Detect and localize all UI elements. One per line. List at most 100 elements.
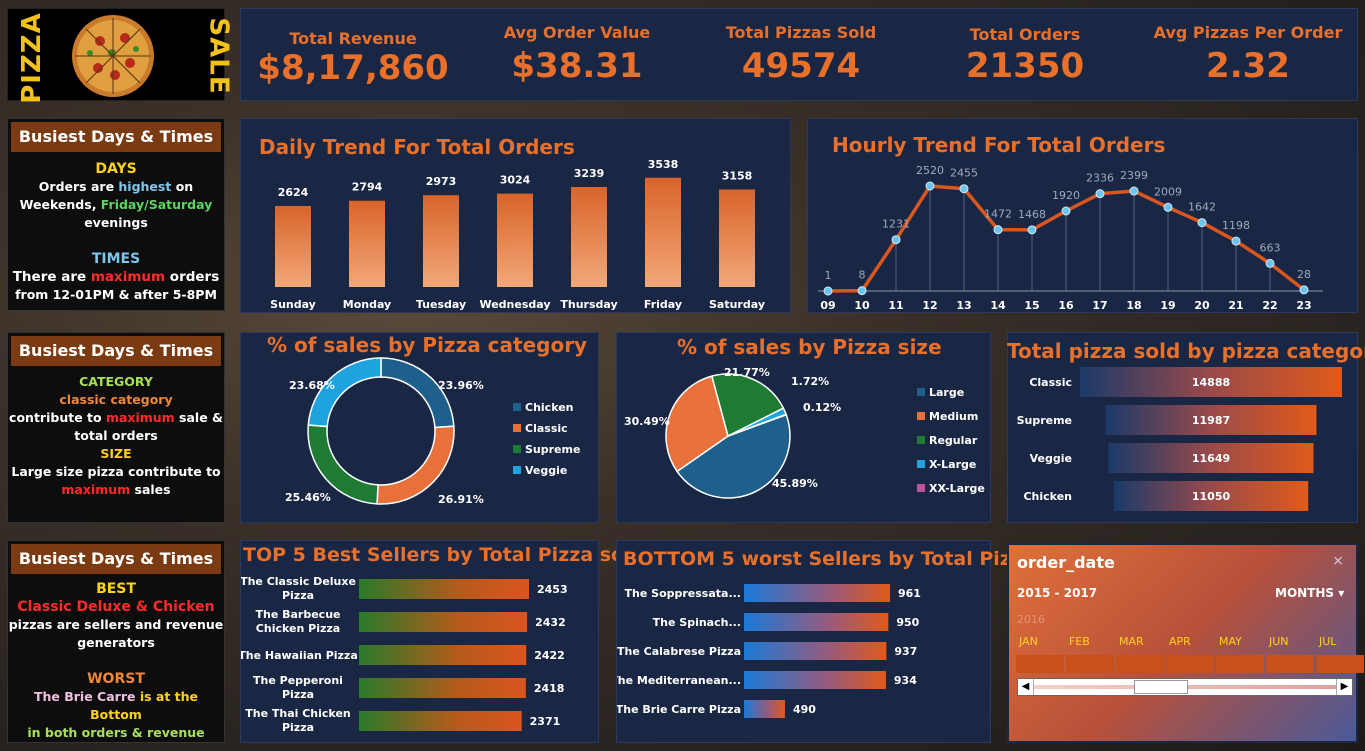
legend-label: Medium [929,410,978,423]
data-label: 1472 [984,208,1012,221]
x-tick-label: 23 [1296,299,1311,312]
insight-heading: Busiest Days & Times [11,336,221,366]
slicer-months: JAN FEB MAR APR MAY JUN JUL [1016,635,1364,675]
data-point [1163,202,1173,212]
legend-swatch [917,412,925,420]
x-tick-label: 11 [888,299,903,312]
insight-heading: Busiest Days & Times [11,122,221,152]
bar-saturday [719,189,755,287]
month-tile-may[interactable]: MAY [1216,635,1264,675]
x-tick-label: 20 [1194,299,1210,312]
legend-swatch [513,445,521,453]
slicer-title: order_date [1017,553,1115,572]
kpi-value: $8,17,860 [257,48,449,88]
data-label: 2418 [534,682,565,695]
x-tick-label: 22 [1262,299,1277,312]
y-tick-label: Classic [1029,376,1072,389]
data-label: 2794 [352,181,383,194]
insight-text: from 12-01PM & after 5-8PM [15,287,217,302]
x-tick-label: 18 [1126,299,1141,312]
bar-bottom-seller [744,642,887,660]
y-tick-label: The Barbecue [255,608,340,621]
clear-filter-icon[interactable]: ⨯ [1332,553,1344,569]
x-tick-label: 14 [990,299,1006,312]
data-point [1027,225,1037,235]
x-tick-label: Wednesday [479,298,550,311]
data-label: 2009 [1154,185,1182,198]
data-label: 30.49% [624,415,670,428]
hourly-trend-svg: 1098101231112520122455131472141468151920… [818,164,1323,312]
month-tile-mar[interactable]: MAR [1116,635,1164,675]
x-tick-label: Monday [343,298,391,311]
data-label: 2453 [537,583,568,596]
month-bar [1016,655,1064,673]
y-tick-label: Chicken [1023,490,1072,503]
legend-label: X-Large [929,458,976,471]
category-total-svg: Classic 14888 Supreme 11987 Veggie 11649 Chick… [1017,367,1342,511]
order-date-timeline-slicer[interactable]: order_date ⨯ 2015 - 2017 MONTHS ▾ 2016 J… [1007,543,1364,743]
timeline-scrollbar[interactable]: ◀ ▶ [1017,678,1353,696]
data-label: 11050 [1192,490,1231,503]
legend-swatch [917,460,925,468]
x-tick-label: 10 [854,299,870,312]
month-label: FEB [1069,635,1090,648]
bar-bottom-seller [744,584,890,602]
legend-label: Large [929,386,964,399]
kpi-value: 49574 [741,46,861,86]
top5-sellers-chart: TOP 5 Best Sellers by Total Pizza sold 2… [240,540,644,743]
insight-text: generators [77,635,155,650]
insight-text: in both orders & revenue [27,725,205,740]
slicer-level-dropdown[interactable]: MONTHS ▾ [1275,586,1344,600]
data-label: 950 [896,616,919,629]
month-bar [1216,655,1264,673]
scroll-left-icon[interactable]: ◀ [1018,679,1034,695]
data-label: 663 [1260,241,1281,254]
y-tick-label: Pizza [282,721,314,734]
data-label: 3538 [648,158,679,171]
category-donut-svg: 23.96% 26.91% 25.46% 23.68% Chicken Classic Su… [285,357,580,506]
insight-worst-label: WORST [87,671,145,687]
legend-swatch [513,466,521,474]
y-tick-label: Chicken Pizza [256,622,340,635]
insight-text: Weekends, Friday/Saturday [19,197,213,212]
top5-svg: 2453The Classic DeluxePizza2432The Barbe… [241,575,568,734]
daily-trend-chart: Daily Trend For Total Orders 2624 Sunday 2… [240,118,791,313]
scroll-right-icon[interactable]: ▶ [1336,679,1352,695]
data-label: 1468 [1018,208,1046,221]
data-label: 2973 [426,175,457,188]
insight-text: The Brie Carre is at the Bottom [33,689,199,722]
month-tile-jun[interactable]: JUN [1266,635,1314,675]
month-tile-jan[interactable]: JAN [1016,635,1064,675]
data-label: 490 [793,703,816,716]
insight-text: Classic Deluxe & Chicken [17,599,215,615]
insight-text: Large size pizza contribute to [11,464,221,479]
bar-top-seller [359,678,526,698]
legend-swatch [917,388,925,396]
slicer-year: 2016 [1017,613,1045,626]
bottom5-svg: 961 The Soppressata... 950 The Spinach... 93… [617,584,921,718]
month-tile-apr[interactable]: APR [1166,635,1214,675]
bar-thursday [571,186,607,287]
legend-swatch [917,436,925,444]
daily-trend-svg: 2624 Sunday 2794 Monday 2973 Tuesday 3024 Wedne… [270,158,765,311]
x-tick-label: 17 [1092,299,1107,312]
kpi-bar: Total Revenue $8,17,860 Avg Order Value … [240,8,1358,101]
kpi-total-orders: Total Orders 21350 [913,9,1137,102]
data-label: 23.96% [438,379,484,392]
data-label: 8 [859,269,866,282]
hourly-trend-chart: Hourly Trend For Total Orders 1 09 8 10 1231… [807,118,1358,313]
legend-swatch [513,403,521,411]
data-label: 3239 [574,167,605,180]
bottom5-sellers-chart: BOTTOM 5 worst Sellers by Total Pizza 96… [616,540,1035,743]
scroll-thumb[interactable] [1134,680,1188,694]
x-tick-label: 19 [1160,299,1175,312]
data-point [1197,218,1207,228]
insight-text: Orders are highest on [38,179,194,194]
month-tile-feb[interactable]: FEB [1066,635,1114,675]
data-point [1061,206,1071,216]
bar-top-seller [359,711,522,731]
y-tick-label: The Soppressata... [625,587,741,600]
data-label: 1198 [1222,219,1250,232]
month-tile-jul[interactable]: JUL [1316,635,1364,675]
y-tick-label: The Thai Chicken [245,707,351,720]
